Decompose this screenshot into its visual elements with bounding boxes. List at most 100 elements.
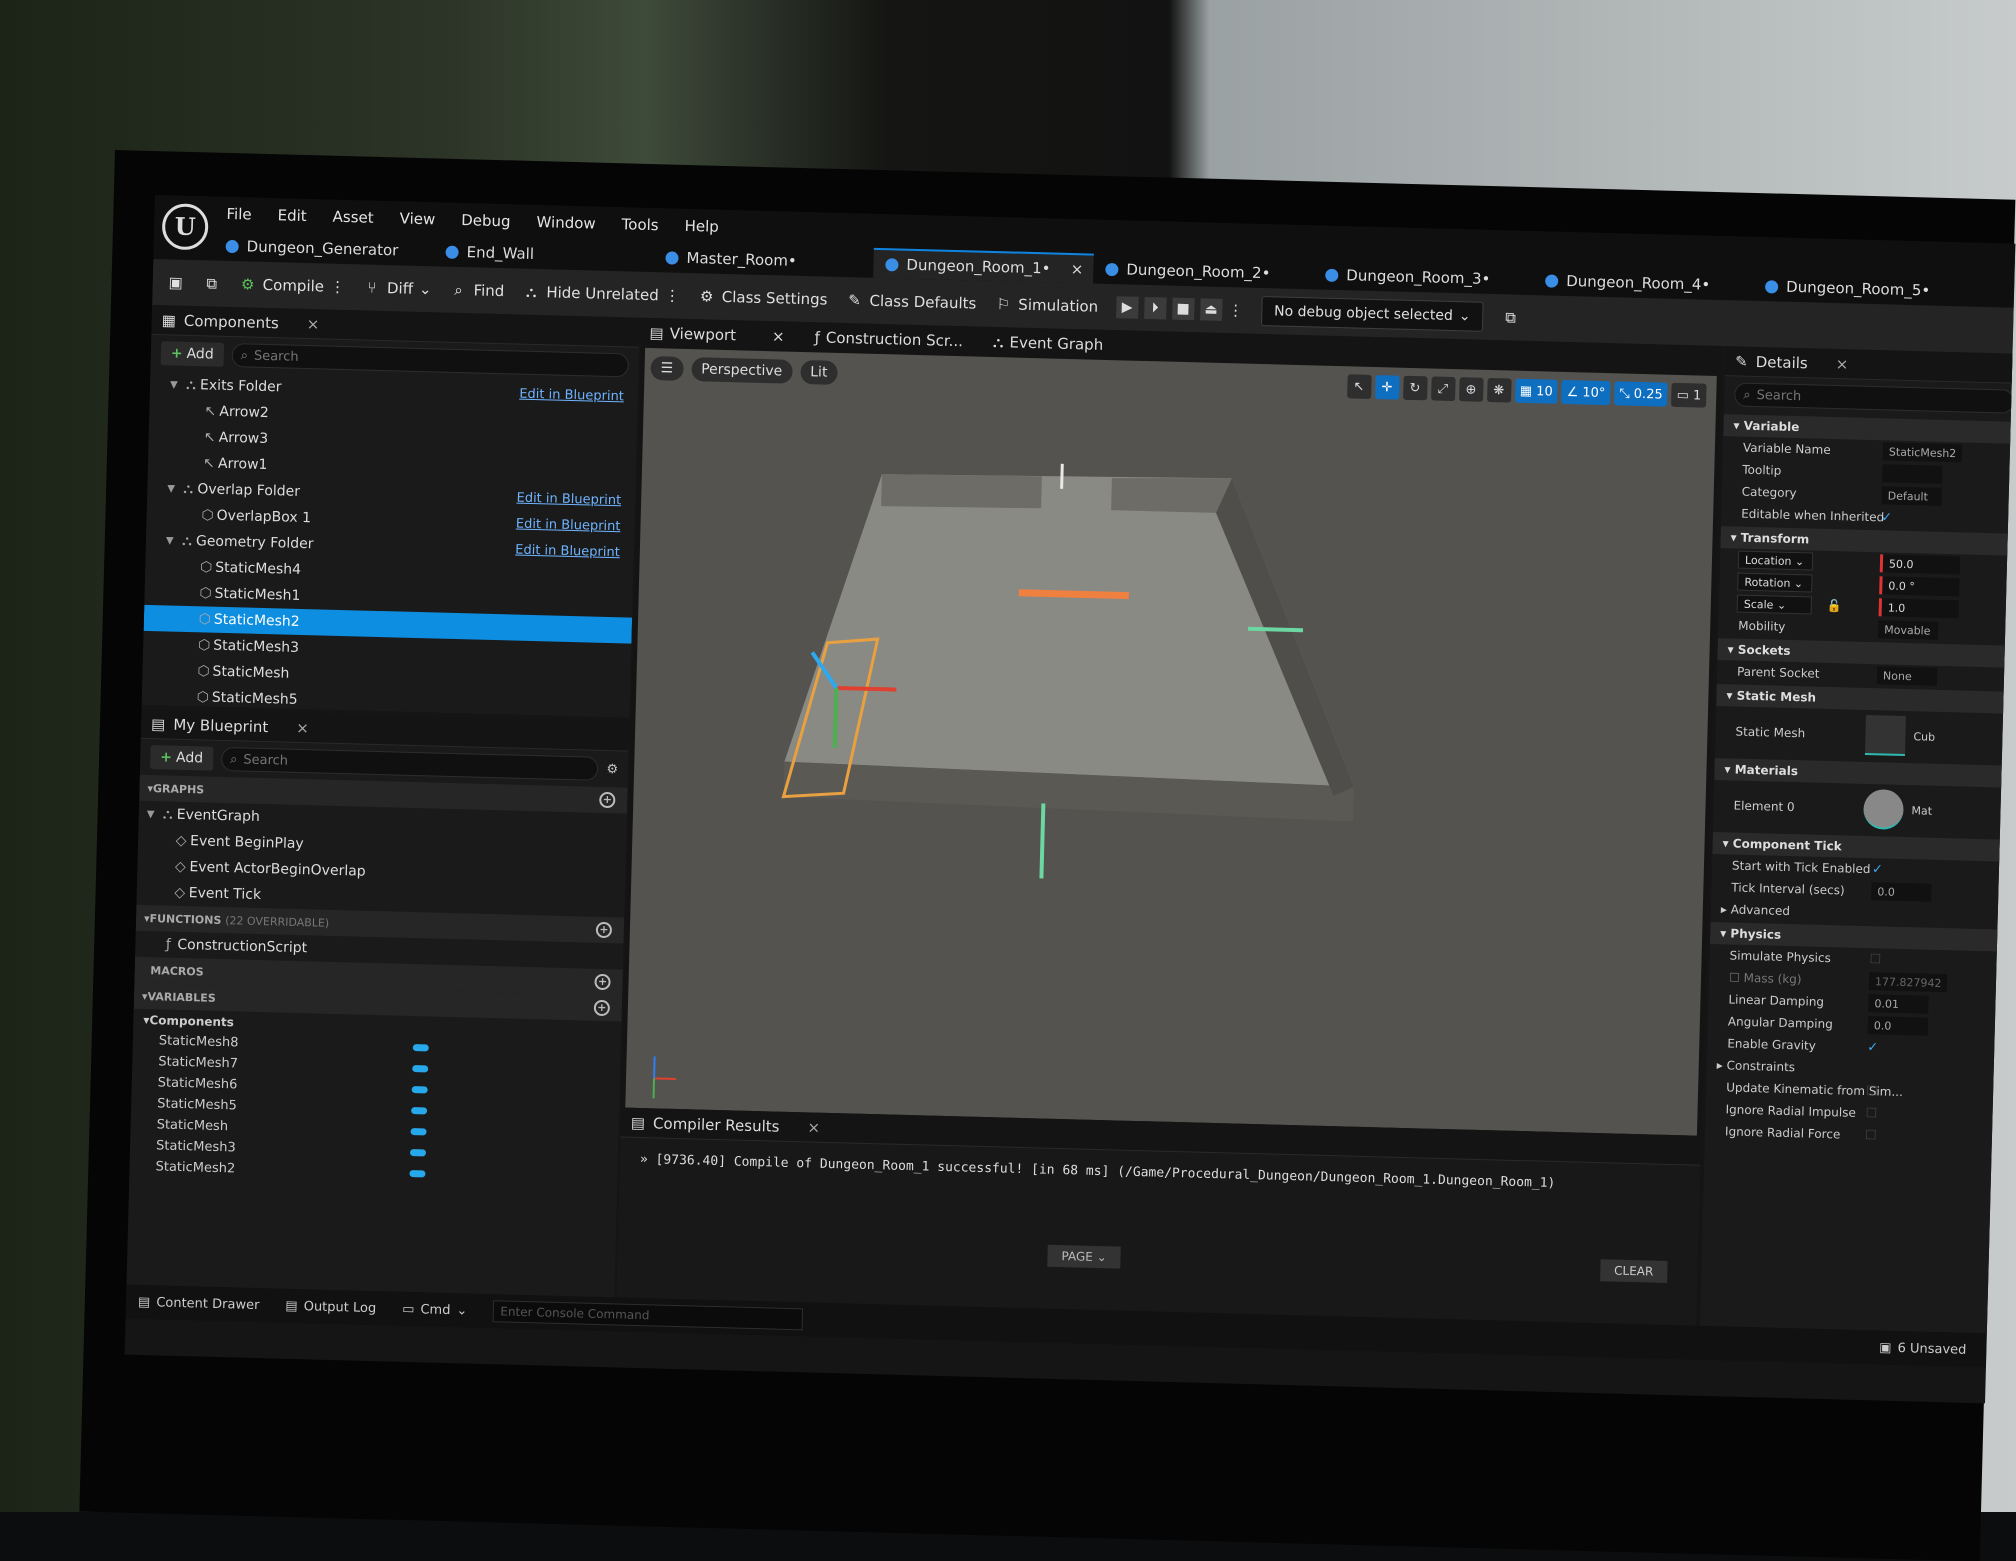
lock-icon[interactable]: 🔓 [1827, 599, 1842, 613]
linear-damping-field[interactable]: 0.01 [1868, 994, 1928, 1014]
settings-gear-icon[interactable]: ⚙ [606, 762, 618, 777]
static-mesh-thumbnail[interactable] [1865, 715, 1906, 756]
close-icon[interactable]: × [1836, 355, 1849, 373]
debug-browse-icon[interactable]: ⧉ [1501, 308, 1519, 326]
menu-tools[interactable]: Tools [621, 215, 658, 234]
checkbox-checked-icon[interactable]: ✓ [1867, 1040, 1878, 1055]
clear-button[interactable]: CLEAR [1600, 1259, 1668, 1283]
scale-x-field[interactable]: 1.0 [1879, 598, 1959, 618]
variable-type-pill-icon[interactable] [409, 1170, 425, 1177]
variable-name-field[interactable]: StaticMesh2 [1883, 442, 1963, 462]
menu-asset[interactable]: Asset [332, 208, 373, 227]
parent-socket-field[interactable]: None [1877, 666, 1937, 686]
location-dropdown[interactable]: Location ⌄ [1738, 551, 1813, 571]
edit-in-blueprint-link[interactable]: Edit in Blueprint [519, 386, 624, 404]
play-options-icon[interactable]: ⋮ [1228, 301, 1243, 319]
content-drawer-button[interactable]: ▤Content Drawer [138, 1294, 260, 1312]
add-function-icon[interactable]: + [596, 922, 612, 938]
menu-edit[interactable]: Edit [277, 206, 307, 225]
add-member-button[interactable]: +Add [150, 745, 213, 771]
element0-value[interactable]: Mat [1911, 804, 1932, 818]
world-local-icon[interactable]: ⊕ [1459, 377, 1484, 402]
add-graph-icon[interactable]: + [599, 792, 615, 808]
hide-unrelated-button[interactable]: ⛬Hide Unrelated⋮ [522, 283, 680, 305]
camera-speed-button[interactable]: ▭1 [1671, 383, 1706, 408]
viewport-tab[interactable]: ƒConstruction Scr... [814, 328, 963, 350]
menu-window[interactable]: Window [536, 213, 596, 233]
variable-type-pill-icon[interactable] [410, 1149, 426, 1156]
tooltip-field[interactable] [1882, 464, 1942, 484]
save-icon[interactable]: ▣ [166, 273, 184, 291]
checkbox-checked-icon[interactable]: ✓ [1881, 510, 1892, 525]
checkbox-empty-icon[interactable]: ☐ [1869, 952, 1881, 967]
play-icon[interactable]: ▶ [1116, 296, 1139, 319]
close-icon[interactable]: × [807, 1118, 820, 1136]
close-icon[interactable]: × [307, 315, 320, 333]
checkbox-empty-icon[interactable]: ☐ [1729, 970, 1740, 984]
menu-view[interactable]: View [399, 209, 435, 228]
close-icon[interactable]: × [1071, 260, 1084, 278]
variable-type-pill-icon[interactable] [413, 1044, 429, 1051]
close-icon[interactable]: × [296, 718, 309, 736]
diff-button[interactable]: ⑂Diff⌄ [363, 278, 432, 298]
variable-type-pill-icon[interactable] [411, 1107, 427, 1114]
components-search-input[interactable] [254, 348, 564, 371]
menu-help[interactable]: Help [684, 217, 719, 236]
select-tool-icon[interactable]: ↖ [1347, 374, 1372, 399]
variable-type-pill-icon[interactable] [410, 1128, 426, 1135]
mobility-movable-button[interactable]: Movable [1878, 620, 1938, 640]
menu-file[interactable]: File [226, 205, 252, 224]
console-command-input[interactable]: Enter Console Command [493, 1300, 803, 1330]
options-icon[interactable]: ⋮ [665, 286, 680, 304]
expand-arrow-icon[interactable]: ▼ [170, 379, 182, 390]
step-icon[interactable]: ⏵ [1144, 297, 1167, 320]
checkbox-checked-icon[interactable]: ✓ [1872, 862, 1883, 877]
unreal-logo-icon[interactable]: U [162, 203, 209, 250]
add-component-button[interactable]: +Add [161, 341, 224, 367]
blueprint-search[interactable]: ⌕ [221, 747, 599, 781]
static-mesh-value[interactable]: Cub [1913, 730, 1935, 744]
viewport-menu-button[interactable]: ☰ [650, 356, 683, 381]
class-settings-button[interactable]: ⚙Class Settings [698, 287, 828, 308]
rotation-snap-toggle[interactable]: ∠10° [1561, 380, 1610, 405]
stop-icon[interactable]: ■ [1172, 298, 1195, 321]
checkbox-empty-icon[interactable]: ☐ [1866, 1084, 1878, 1099]
viewport-tab[interactable]: ⛬Event Graph [993, 333, 1104, 354]
variable-type-pill-icon[interactable] [412, 1065, 428, 1072]
class-defaults-button[interactable]: ✎Class Defaults [845, 291, 976, 312]
location-x-field[interactable]: 50.0 [1880, 554, 1960, 574]
tick-interval-field[interactable]: 0.0 [1871, 882, 1931, 902]
expand-arrow-icon[interactable]: ▼ [147, 808, 159, 819]
compile-button[interactable]: ⚙Compile⋮ [238, 275, 345, 296]
unsaved-indicator[interactable]: ▣6 Unsaved [1879, 1340, 1967, 1357]
details-search[interactable]: ⌕ [1734, 382, 2015, 413]
edit-in-blueprint-link[interactable]: Edit in Blueprint [516, 490, 621, 508]
checkbox-empty-icon[interactable]: ☐ [1865, 1128, 1877, 1143]
rotation-x-field[interactable]: 0.0 ° [1879, 576, 1959, 596]
simulation-button[interactable]: ⚐Simulation [994, 295, 1098, 316]
scale-dropdown[interactable]: Scale ⌄ [1737, 595, 1812, 615]
expand-arrow-icon[interactable]: ▼ [167, 483, 179, 494]
browse-icon[interactable]: ⧉ [202, 274, 220, 292]
output-log-button[interactable]: ▤Output Log [285, 1298, 376, 1315]
checkbox-empty-icon[interactable]: ☐ [1865, 1106, 1877, 1121]
components-search[interactable]: ⌕ [231, 343, 629, 377]
blueprint-search-input[interactable] [243, 752, 537, 775]
category-field[interactable]: Default [1881, 486, 1941, 506]
edit-in-blueprint-link[interactable]: Edit in Blueprint [515, 542, 620, 560]
translate-tool-icon[interactable]: ✛ [1375, 375, 1400, 400]
add-variable-icon[interactable]: + [594, 1000, 610, 1016]
edit-in-blueprint-link[interactable]: Edit in Blueprint [516, 516, 621, 534]
lit-button[interactable]: Lit [800, 360, 838, 385]
eject-icon[interactable]: ⏏ [1200, 298, 1223, 321]
cmd-button[interactable]: ▭Cmd⌄ [402, 1301, 468, 1318]
page-button[interactable]: PAGE ⌄ [1047, 1245, 1121, 1269]
variable-type-pill-icon[interactable] [412, 1086, 428, 1093]
details-search-input[interactable] [1756, 387, 1972, 408]
add-macro-icon[interactable]: + [594, 974, 610, 990]
surface-snap-icon[interactable]: ❋ [1487, 378, 1512, 403]
expand-arrow-icon[interactable]: ▼ [166, 535, 178, 546]
material-thumbnail[interactable] [1863, 789, 1904, 830]
rotate-tool-icon[interactable]: ↻ [1403, 376, 1428, 401]
mass-field[interactable]: 177.827942 [1869, 972, 1948, 992]
